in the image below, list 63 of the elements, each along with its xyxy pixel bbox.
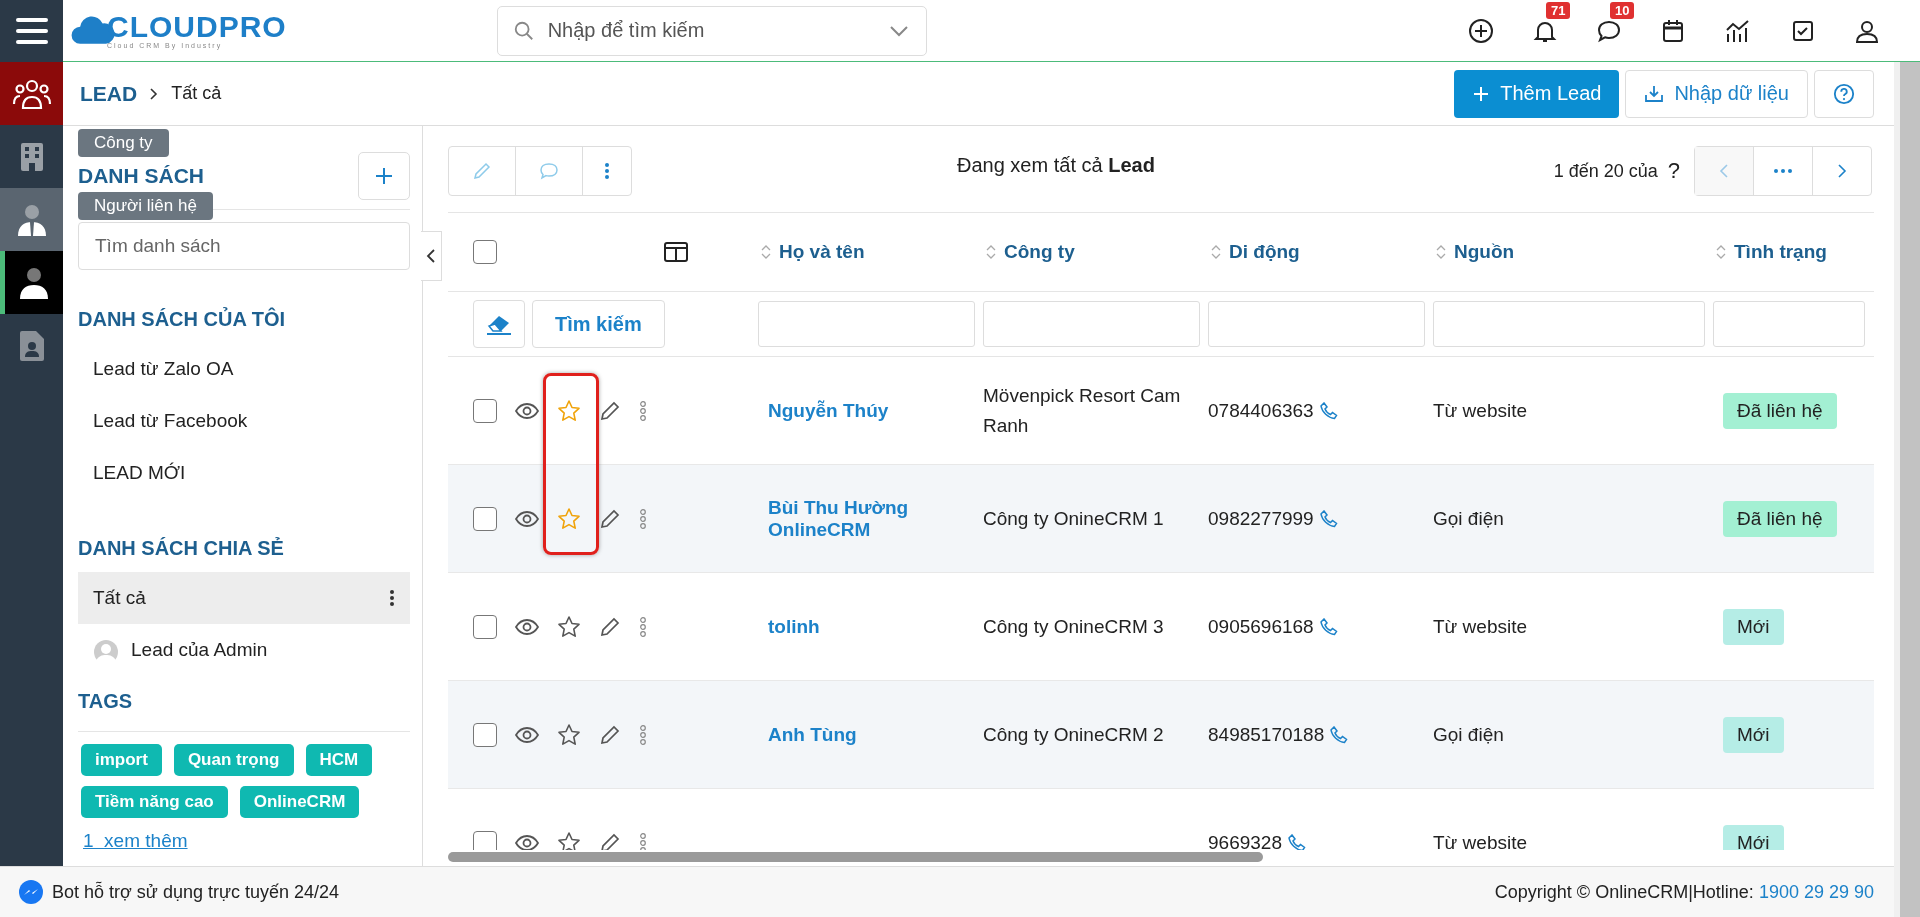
pager-text: 1 đến 20 của [1553,160,1658,182]
chat-support-text: Bot hỗ trợ sử dụng trực tuyến 24/24 [52,881,340,903]
add-lead-button[interactable]: Thêm Lead [1454,69,1620,118]
status-badge: Đã liên hệ [1723,500,1837,537]
company-text: Công ty OnineCRM 3 [983,614,1164,639]
column-header[interactable]: Nguồn [1433,241,1713,263]
section-title: TAGS [78,690,410,732]
source-text: Từ website [1433,398,1528,423]
column-header[interactable]: Di động [1208,241,1433,263]
hotline-link[interactable]: 1900 29 29 90 [1758,881,1874,902]
company-text: Công ty OnineCRM 1 [983,506,1164,531]
list-item[interactable]: Tất cả [78,572,410,624]
list-search-field[interactable]: Tìm danh sách [78,222,410,270]
tag[interactable]: import [81,744,162,776]
import-data-button[interactable]: Nhập dữ liệu [1625,69,1808,118]
count-badge: 10 [1610,1,1635,19]
source-text: Gọi điện [1433,722,1504,747]
pager-total: ? [1667,158,1680,184]
breadcrumb-link[interactable]: LEAD [80,81,138,106]
list-item[interactable]: Lead từ Facebook [78,395,410,447]
status-badge: Mới [1723,608,1784,645]
phone-number: 0784406363 [1208,398,1314,423]
phone-number: 84985170188 [1208,722,1325,747]
list-label: Lead của Admin [131,639,268,661]
lead-name-link[interactable]: Bùi Thu Hường OnlineCRM [758,496,968,541]
status-badge: Mới [1723,824,1784,850]
phone-number: 0982277999 [1208,506,1314,531]
list-label: Tất cả [93,587,146,609]
search-button[interactable]: Tìm kiếm [532,300,665,348]
section-title: DANH SÁCH CHIA SẺ [78,537,285,560]
column-header[interactable]: Tình trạng [1713,241,1873,263]
count-badge: 71 [1546,1,1571,19]
section-title: DANH SÁCH CỦA TÔI [78,308,287,331]
tag[interactable]: Tiềm năng cao [81,786,228,818]
tag[interactable]: OnlineCRM [239,786,360,818]
tooltip: Người liên hệ [78,192,213,220]
source-text: Gọi điện [1433,506,1504,531]
tooltip: Công ty [78,129,169,157]
see-more-link[interactable]: 1 xem thêm [83,830,410,852]
status-badge: Mới [1723,716,1784,753]
view-label: Đang xem tất cả Lead [957,153,1155,177]
lead-name-link[interactable]: tolinh [758,615,820,638]
lead-name-link[interactable]: Anh Tùng [758,723,857,746]
phone-number: 0905696168 [1208,614,1314,639]
column-header[interactable]: Công ty [983,241,1208,263]
search-field[interactable]: Nhập để tìm kiếm [496,5,927,56]
company-text: Mövenpick Resort Cam Ranh [983,383,1182,438]
status-badge: Đã liên hệ [1723,392,1837,429]
copyright-text: Copyright © OnlineCRM|Hotline: [1494,881,1755,902]
logo-text: CLOUDPRO [107,12,287,42]
list-item[interactable]: LEAD MỚI [78,447,410,499]
column-header[interactable]: Họ và tên [758,241,983,263]
phone-number: 9669328 [1208,830,1282,850]
company-text: Công ty OnineCRM 2 [983,722,1164,747]
list-item[interactable]: Lead từ Zalo OA [78,343,410,395]
source-text: Từ website [1433,830,1528,850]
lead-name-link[interactable]: Nguyễn Thúy [758,399,889,422]
tag[interactable]: HCM [305,744,373,776]
list-item[interactable]: Lead của Admin [78,624,410,676]
source-text: Từ website [1433,614,1528,639]
tag[interactable]: Quan trọng [173,744,294,776]
breadcrumb-current: Tất cả [171,83,222,104]
section-title: DANH SÁCH [78,163,204,188]
